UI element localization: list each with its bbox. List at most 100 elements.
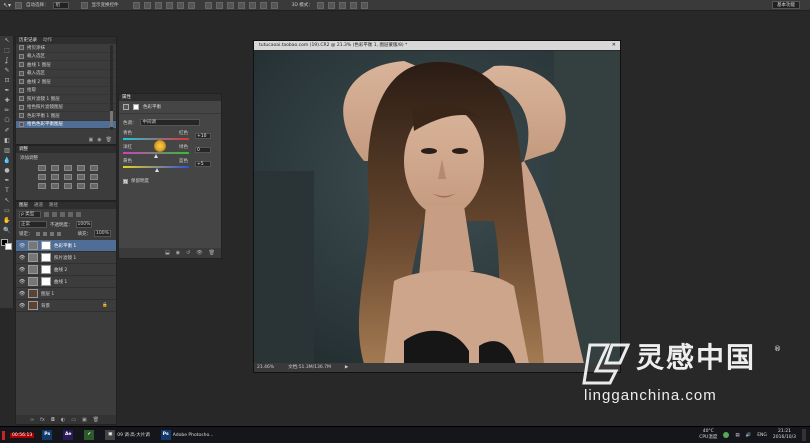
align-bottom-icon[interactable] — [154, 1, 162, 9]
align-left-icon[interactable] — [165, 1, 173, 9]
marquee-icon[interactable]: ⬚ — [1, 47, 13, 55]
new-layer-icon[interactable]: ▣ — [82, 417, 87, 423]
zoom-icon[interactable]: 🔍 — [1, 227, 13, 235]
document-title-bar[interactable]: tutucaoai.taobao.com (19).CR2 @ 21.3% (色… — [254, 41, 620, 50]
status-arrow-icon[interactable]: ▶ — [345, 363, 348, 372]
blend-mode-dropdown[interactable]: 正常 — [19, 221, 47, 228]
lock-move-icon[interactable] — [49, 231, 54, 236]
background-color-swatch[interactable] — [5, 243, 12, 250]
adjustment-layer-icon[interactable] — [28, 277, 38, 286]
auto-select-checkbox[interactable] — [15, 1, 23, 9]
type-icon[interactable]: T — [1, 187, 13, 195]
invert-icon[interactable] — [38, 183, 46, 189]
brightness-icon[interactable] — [38, 165, 46, 171]
distribute-bottom-icon[interactable] — [226, 1, 234, 9]
distribute-right-icon[interactable] — [259, 1, 267, 9]
document-size[interactable]: 文档:51.3M/136.7M — [288, 363, 331, 372]
auto-align-icon[interactable] — [270, 1, 278, 9]
tone-dropdown[interactable]: 中间调 — [139, 119, 200, 126]
layer-name[interactable]: 背景 — [41, 303, 50, 309]
new-doc-from-state-icon[interactable]: ▣ — [89, 137, 94, 143]
gradient-icon[interactable]: ▥ — [1, 147, 13, 155]
history-item[interactable]: 拾色色彩平衡图层 — [16, 120, 116, 129]
align-center-icon[interactable] — [176, 1, 184, 9]
tab-actions[interactable]: 动作 — [43, 37, 52, 44]
lock-paint-icon[interactable] — [42, 231, 47, 236]
new-adjustment-icon[interactable]: ◐ — [61, 417, 65, 423]
layer-row[interactable]: 👁 曲线 2 — [16, 264, 116, 276]
channel-mixer-icon[interactable] — [90, 174, 98, 180]
filter-pixel-icon[interactable] — [44, 212, 49, 217]
clock[interactable]: 21:21 2016/10/3 — [773, 429, 796, 441]
align-middle-icon[interactable] — [143, 1, 151, 9]
distribute-middle-icon[interactable] — [215, 1, 223, 9]
filter-adjust-icon[interactable] — [52, 212, 57, 217]
taskbar-app[interactable]: ▣ 09 调·高·大片调 — [102, 429, 153, 442]
layer-mask-thumbnail[interactable] — [41, 241, 51, 250]
history-scrollbar[interactable] — [110, 45, 113, 130]
black-white-icon[interactable] — [64, 174, 72, 180]
filter-type-icon[interactable] — [60, 212, 65, 217]
adjustment-layer-icon[interactable] — [28, 241, 38, 250]
history-item[interactable]: 曲线 2 图层 — [16, 78, 116, 87]
visibility-eye-icon[interactable]: 👁 — [19, 279, 25, 285]
history-item[interactable]: 载入选区 — [16, 53, 116, 61]
roll-3d-icon[interactable] — [327, 1, 335, 9]
history-item[interactable]: 色彩平衡 1 图层 — [16, 112, 116, 121]
threshold-icon[interactable] — [64, 183, 72, 189]
tray-app-icon[interactable] — [723, 432, 730, 438]
selective-color-icon[interactable] — [90, 183, 98, 189]
reset-icon[interactable]: ↺ — [186, 250, 190, 256]
align-right-icon[interactable] — [187, 1, 195, 9]
path-select-icon[interactable]: ↖ — [1, 197, 13, 205]
lock-pixels-icon[interactable] — [35, 231, 40, 236]
new-group-icon[interactable]: ▭ — [71, 417, 76, 423]
history-item[interactable]: 载入选区 — [16, 70, 116, 78]
hand-icon[interactable]: ✋ — [1, 217, 13, 225]
delete-adjustment-icon[interactable]: 🗑 — [209, 250, 215, 256]
workspace-button[interactable]: 基本功能 — [772, 1, 800, 9]
pen-icon[interactable]: ✒ — [1, 177, 13, 185]
visibility-eye-icon[interactable]: 👁 — [19, 303, 25, 309]
visibility-eye-icon[interactable]: 👁 — [19, 267, 25, 273]
move-icon[interactable]: ↖ — [1, 37, 13, 45]
delete-layer-icon[interactable]: 🗑 — [93, 417, 99, 423]
image-canvas[interactable] — [254, 51, 620, 364]
history-item[interactable]: 照片滤镜 1 图层 — [16, 95, 116, 104]
distribute-left-icon[interactable] — [237, 1, 245, 9]
crop-icon[interactable]: ⊡ — [1, 77, 13, 85]
posterize-icon[interactable] — [51, 183, 59, 189]
layer-row[interactable]: 👁 照片滤镜 1 — [16, 252, 116, 264]
eraser-icon[interactable]: ◧ — [1, 137, 13, 145]
adjustment-layer-icon[interactable] — [28, 265, 38, 274]
history-brush-icon[interactable]: ✐ — [1, 127, 13, 135]
scale-3d-icon[interactable] — [360, 1, 368, 9]
tab-channels[interactable]: 通道 — [34, 202, 43, 209]
slider-handle[interactable] — [154, 168, 159, 172]
show-transform-checkbox[interactable] — [80, 1, 88, 9]
network-icon[interactable]: ▤ — [735, 433, 739, 438]
history-item[interactable]: 拷贝涂抹 — [16, 44, 116, 53]
drag-3d-icon[interactable] — [338, 1, 346, 9]
slider-value-field[interactable]: 0 — [195, 147, 211, 153]
layer-row[interactable]: 👁 背景 🔒 — [16, 300, 116, 312]
history-item[interactable]: 拾取 — [16, 87, 116, 95]
add-mask-icon[interactable]: ◘ — [51, 417, 55, 423]
visibility-eye-icon[interactable]: 👁 — [19, 255, 25, 261]
adjustment-layer-icon[interactable] — [28, 253, 38, 262]
layer-mask-thumbnail[interactable] — [41, 265, 51, 274]
filter-smart-icon[interactable] — [76, 212, 81, 217]
visibility-eye-icon[interactable]: 👁 — [19, 291, 25, 297]
distribute-center-icon[interactable] — [248, 1, 256, 9]
opacity-field[interactable]: 100% — [75, 221, 93, 228]
mask-icon[interactable] — [133, 104, 139, 110]
tab-layers[interactable]: 图层 — [19, 202, 28, 209]
layer-mask-thumbnail[interactable] — [41, 253, 51, 262]
slide-3d-icon[interactable] — [349, 1, 357, 9]
zoom-level[interactable]: 21.46% — [257, 363, 274, 372]
dodge-icon[interactable]: ● — [1, 167, 13, 175]
tab-history[interactable]: 历史记录 — [19, 37, 37, 44]
input-language[interactable]: ENG — [757, 433, 767, 438]
tab-adjustments[interactable]: 调整 — [19, 146, 28, 153]
shape-icon[interactable]: ▭ — [1, 207, 13, 215]
